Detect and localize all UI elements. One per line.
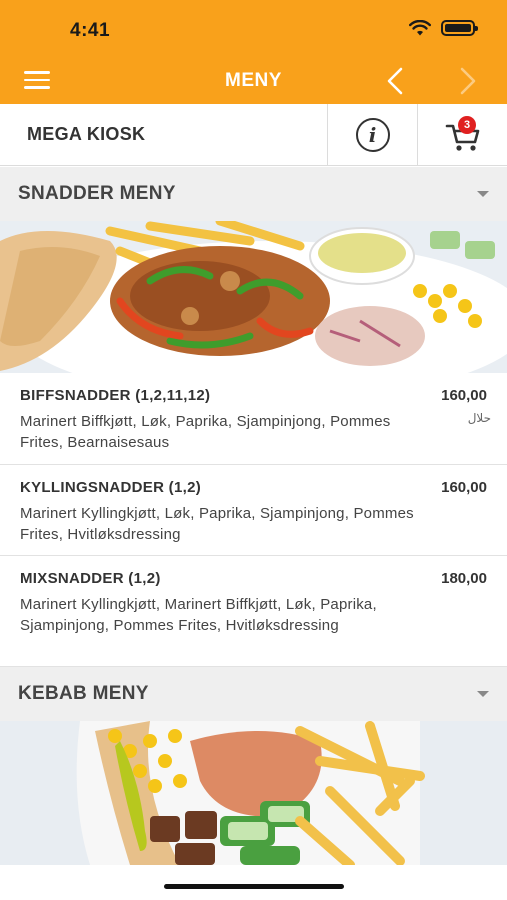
cart-button[interactable]: 3: [417, 104, 507, 166]
section-header-snadder[interactable]: SNADDER MENY: [0, 167, 507, 221]
item-name: BIFFSNADDER (1,2,11,12): [20, 387, 211, 404]
item-price: 180,00: [441, 570, 487, 587]
cart-count-badge: 3: [458, 116, 476, 134]
battery-icon: [441, 20, 478, 36]
chevron-down-icon: [477, 691, 489, 697]
section-header-kebab[interactable]: KEBAB MENY: [0, 667, 507, 721]
wifi-icon: [409, 20, 431, 36]
menu-item-kyllingsnadder[interactable]: KYLLINGSNADDER (1,2) 160,00 Marinert Kyl…: [0, 465, 507, 556]
kebab-food-image: [0, 721, 507, 865]
status-time: 4:41: [70, 20, 111, 41]
back-arrow-icon[interactable]: [382, 66, 408, 96]
item-description: Marinert Kyllingkjøtt, Løk, Paprika, Sja…: [20, 505, 414, 543]
restaurant-bar: MEGA KIOSK i 3: [0, 104, 507, 166]
status-icons: [409, 20, 478, 36]
page-title: MENY: [225, 70, 282, 91]
menu-item-mixsnadder[interactable]: MIXSNADDER (1,2) 180,00 Marinert Kylling…: [0, 556, 507, 667]
chevron-down-icon: [477, 191, 489, 197]
forward-arrow-icon[interactable]: [455, 66, 481, 96]
home-indicator: [164, 884, 344, 889]
item-name: KYLLINGSNADDER (1,2): [20, 479, 202, 496]
item-description: Marinert Kyllingkjøtt, Marinert Biffkjøt…: [20, 596, 377, 634]
section-title: KEBAB MENY: [18, 683, 149, 704]
status-bar: 4:41: [0, 0, 507, 58]
item-price: 160,00: [441, 387, 487, 404]
restaurant-name: MEGA KIOSK: [27, 124, 146, 144]
section-title: SNADDER MENY: [18, 183, 176, 204]
menu-item-biffsnadder[interactable]: BIFFSNADDER (1,2,11,12) 160,00 Marinert …: [0, 373, 507, 465]
info-button[interactable]: i: [327, 104, 417, 166]
nav-bar: MENY: [0, 58, 507, 104]
item-name: MIXSNADDER (1,2): [20, 570, 161, 587]
info-icon: i: [355, 118, 390, 152]
item-price: 160,00: [441, 479, 487, 496]
halal-badge: حلال: [467, 411, 491, 425]
snadder-food-image: [0, 221, 507, 373]
item-description: Marinert Biffkjøtt, Løk, Paprika, Sjampi…: [20, 413, 391, 451]
